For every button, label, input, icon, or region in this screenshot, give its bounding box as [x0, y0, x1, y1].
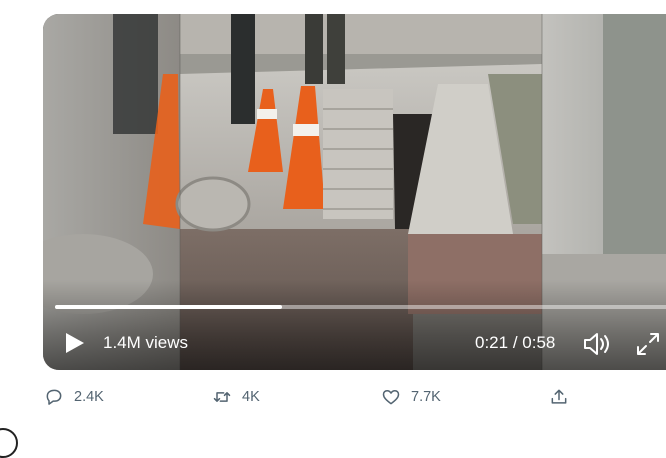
- retweet-icon: [213, 392, 231, 402]
- play-icon: [66, 333, 84, 353]
- reply-count: 2.4K: [74, 389, 104, 405]
- progress-fill: [55, 305, 283, 309]
- fullscreen-icon: [637, 333, 659, 355]
- retweet-button[interactable]: 4K: [212, 383, 260, 411]
- share-button[interactable]: [549, 383, 569, 411]
- time-separator: /: [508, 333, 523, 352]
- next-tweet-avatar[interactable]: [0, 428, 18, 458]
- fullscreen-button[interactable]: [635, 331, 661, 357]
- volume-icon: [584, 333, 609, 355]
- view-count: 1.4M views: [103, 333, 189, 352]
- like-count: 7.7K: [411, 389, 441, 405]
- reply-icon: [46, 389, 62, 405]
- retweet-count: 4K: [242, 389, 260, 405]
- time-display: 0:21 / 0:58: [475, 333, 555, 353]
- like-button[interactable]: 7.7K: [381, 383, 441, 411]
- progress-bar[interactable]: [55, 305, 666, 309]
- play-button[interactable]: [61, 330, 87, 356]
- share-icon: [551, 389, 567, 404]
- duration: 0:58: [522, 333, 556, 352]
- current-time: 0:21: [475, 333, 509, 352]
- controls-overlay: [43, 280, 666, 370]
- video-player[interactable]: 1.4M views 0:21 / 0:58: [43, 14, 666, 370]
- heart-icon: [382, 390, 400, 405]
- volume-button[interactable]: [583, 331, 613, 357]
- reply-button[interactable]: 2.4K: [44, 383, 104, 411]
- tweet-actions: 2.4K 4K 7.7K: [0, 383, 666, 413]
